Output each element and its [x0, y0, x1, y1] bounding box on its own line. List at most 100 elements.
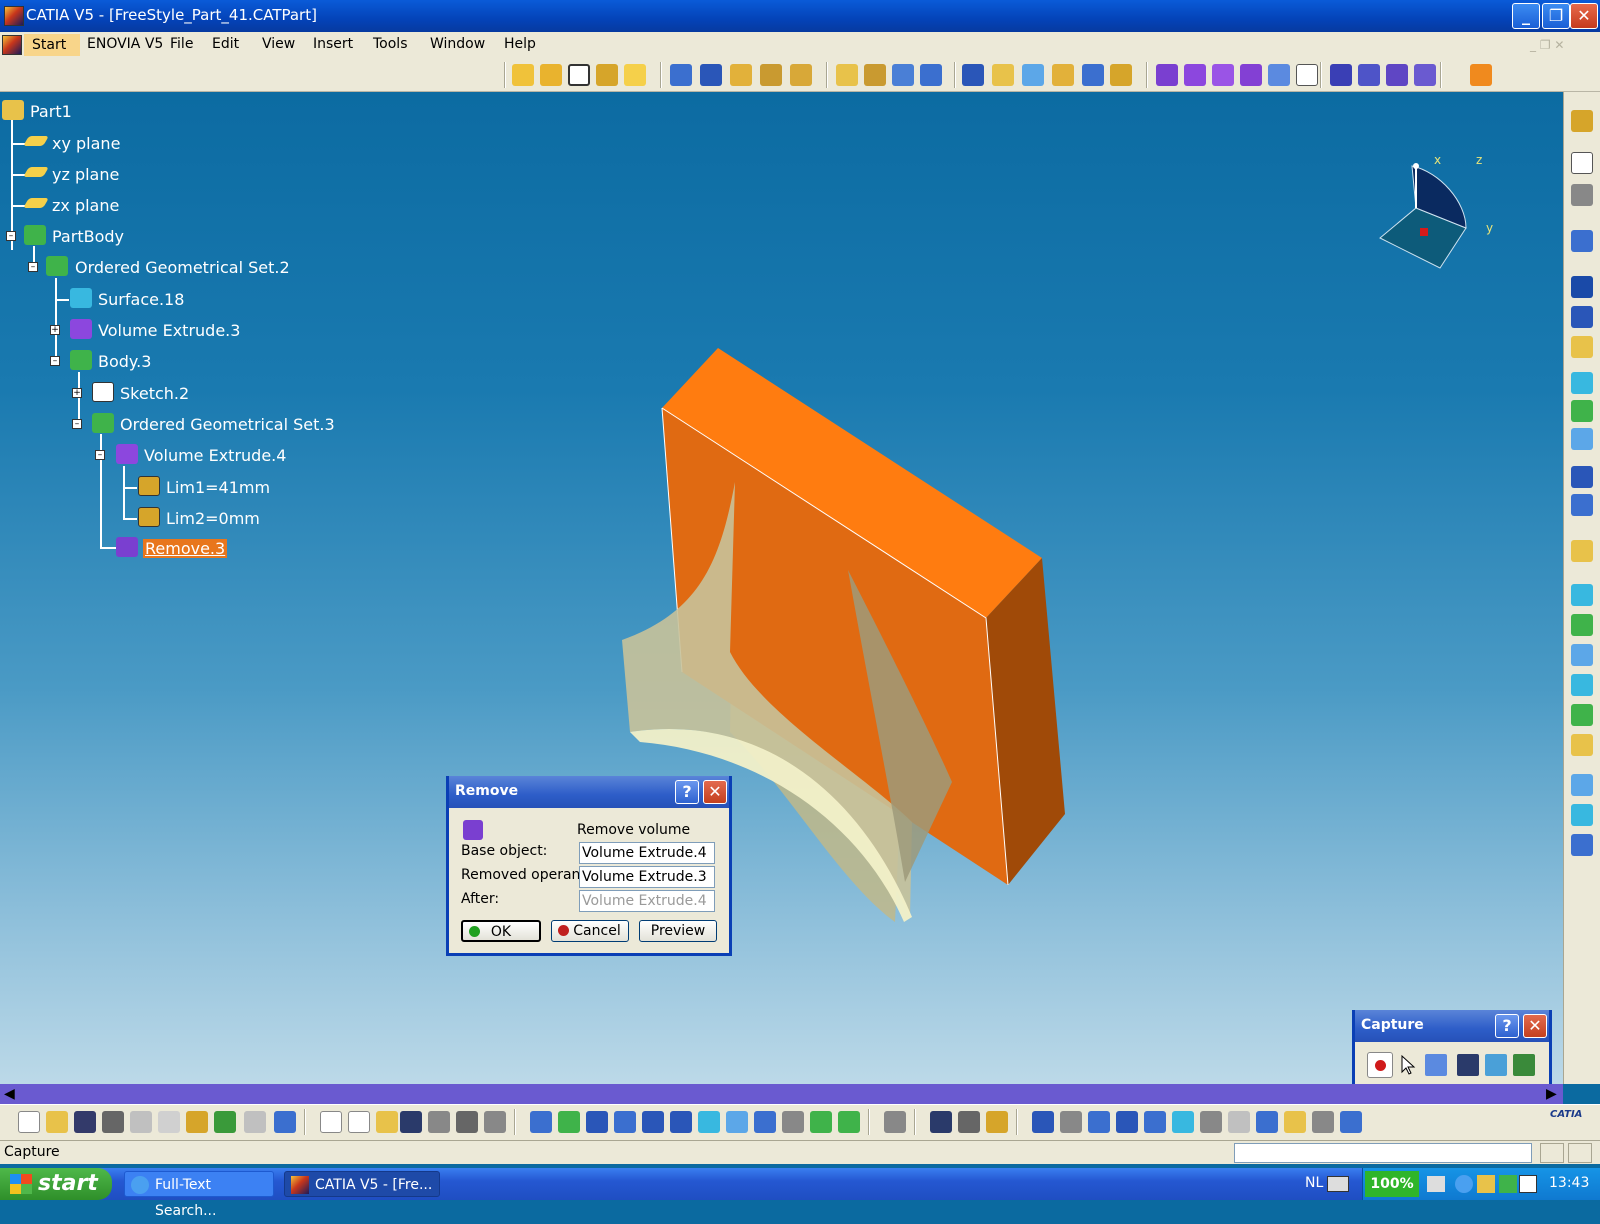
fill-surface-icon[interactable] [1571, 774, 1593, 796]
pan-icon[interactable] [586, 1111, 608, 1133]
extrapolate-icon[interactable] [790, 64, 812, 86]
plane-icon[interactable] [1571, 336, 1593, 358]
scroll-right-icon[interactable]: ▶ [1546, 1086, 1557, 1102]
preview-button[interactable]: Preview [639, 920, 717, 942]
close-button[interactable]: ✕ [1523, 1014, 1547, 1038]
network-icon[interactable] [1499, 1175, 1517, 1193]
menu-enovia[interactable]: ENOVIA V5 [87, 36, 163, 52]
fly-mode-icon[interactable] [530, 1111, 552, 1133]
update-icon[interactable] [484, 1111, 506, 1133]
help-button[interactable]: ? [1495, 1014, 1519, 1038]
capture-options-icon[interactable] [1425, 1054, 1447, 1076]
volume-icon[interactable] [1156, 64, 1178, 86]
zoom-indicator[interactable]: 100% [1365, 1171, 1419, 1197]
revolve-icon[interactable] [1571, 614, 1593, 636]
close-button[interactable]: ✕ [1570, 3, 1598, 29]
sketch-icon[interactable] [92, 382, 114, 402]
lock-icon[interactable] [456, 1111, 478, 1133]
3d-model[interactable] [0, 92, 1563, 1084]
start-button[interactable]: start [0, 1168, 112, 1200]
tree-item-xy-plane[interactable]: xy plane [52, 134, 120, 153]
union-trim-icon[interactable] [1414, 64, 1436, 86]
sphere-icon[interactable] [1571, 644, 1593, 666]
extrude-icon[interactable] [1571, 584, 1593, 606]
circle-icon[interactable] [1571, 466, 1593, 488]
menu-tools[interactable]: Tools [373, 36, 408, 52]
command-button-2[interactable] [1568, 1143, 1592, 1163]
grid-icon[interactable] [700, 64, 722, 86]
projection-icon[interactable] [1571, 372, 1593, 394]
new-icon[interactable] [18, 1111, 40, 1133]
highlight-geometry-icon[interactable] [1284, 1111, 1306, 1133]
light-icon[interactable] [376, 1111, 398, 1133]
limit-icon[interactable] [138, 507, 160, 527]
highlight-icon[interactable] [1110, 64, 1132, 86]
net-surface-icon[interactable] [920, 64, 942, 86]
spline-icon[interactable] [1571, 494, 1593, 516]
multi-section-icon[interactable] [1571, 804, 1593, 826]
tree-item-remove3[interactable]: Remove.3 [143, 539, 228, 558]
snap-grid-icon[interactable] [1571, 184, 1593, 206]
command-input[interactable] [1234, 1143, 1532, 1163]
volume-sweep-icon[interactable] [1240, 64, 1262, 86]
analysis-mode-icon[interactable] [1032, 1111, 1054, 1133]
snap-icon[interactable] [730, 64, 752, 86]
taskbar-item-search[interactable]: Full-Text Search... [124, 1171, 274, 1219]
close-button[interactable]: ✕ [703, 780, 727, 804]
3d-viewport[interactable]: z y x Part1 xy plane yz plane zx plane –… [0, 92, 1563, 1084]
point-icon[interactable] [1571, 276, 1593, 298]
work-on-support-icon[interactable] [1088, 1111, 1110, 1133]
formula-icon[interactable] [320, 1111, 342, 1133]
maximize-button[interactable]: ❐ [1542, 3, 1570, 29]
tree-icon[interactable] [428, 1111, 450, 1133]
body-icon[interactable] [70, 350, 92, 370]
power-icon[interactable] [1427, 1176, 1445, 1192]
menu-start[interactable]: Start [24, 34, 80, 56]
zoom-out-icon[interactable] [670, 1111, 692, 1133]
tree-item-surface18[interactable]: Surface.18 [98, 290, 184, 309]
tree-item-lim1[interactable]: Lim1=41mm [166, 478, 270, 497]
view-manip-icon[interactable] [1228, 1111, 1250, 1133]
blend-icon[interactable] [892, 64, 914, 86]
tree-item-zx-plane[interactable]: zx plane [52, 196, 119, 215]
help-button[interactable]: ? [675, 780, 699, 804]
undo-icon[interactable] [214, 1111, 236, 1133]
partbody-icon[interactable] [24, 225, 46, 245]
sketch-icon[interactable] [596, 64, 618, 86]
tree-item-sketch2[interactable]: Sketch.2 [120, 384, 189, 403]
tree-item-yz-plane[interactable]: yz plane [52, 165, 119, 184]
geometry-info-icon[interactable] [1256, 1111, 1278, 1133]
iso-view-icon[interactable] [754, 1111, 776, 1133]
horizontal-scrollbar[interactable]: ◀ ▶ [0, 1084, 1563, 1104]
fill-icon[interactable] [864, 64, 886, 86]
paste-icon[interactable] [186, 1111, 208, 1133]
zoom-in-icon[interactable] [642, 1111, 664, 1133]
mdi-controls[interactable]: _ ❐ ✕ [1530, 38, 1590, 52]
tree-item-part1[interactable]: Part1 [30, 102, 72, 121]
hide-show-icon[interactable] [810, 1111, 832, 1133]
eraser-icon[interactable] [1296, 64, 1318, 86]
offset-surface-icon[interactable] [1571, 704, 1593, 726]
draft-icon[interactable] [1052, 64, 1074, 86]
volume-extrude-icon[interactable] [116, 444, 138, 464]
menu-insert[interactable]: Insert [313, 36, 353, 52]
measure-between-icon[interactable] [930, 1111, 952, 1133]
catalog-icon[interactable] [1340, 1111, 1362, 1133]
remove-icon[interactable] [116, 537, 138, 557]
language-indicator[interactable]: NL [1305, 1175, 1323, 1191]
fit-all-icon[interactable] [558, 1111, 580, 1133]
base-object-field[interactable]: Volume Extrude.4 [579, 842, 715, 864]
blend-surface-icon[interactable] [1571, 834, 1593, 856]
rotate-icon[interactable] [614, 1111, 636, 1133]
menu-file[interactable]: File [170, 36, 193, 52]
command-button[interactable] [1540, 1143, 1564, 1163]
curve-icon[interactable] [540, 64, 562, 86]
expand-icon[interactable]: + [50, 325, 60, 335]
tree-item-ogs2[interactable]: Ordered Geometrical Set.2 [75, 258, 290, 277]
menu-edit[interactable]: Edit [212, 36, 239, 52]
keyboard-icon[interactable] [1327, 1176, 1349, 1192]
point-icon[interactable] [512, 64, 534, 86]
tree-item-volume-extrude3[interactable]: Volume Extrude.3 [98, 321, 240, 340]
conic-icon[interactable] [1571, 540, 1593, 562]
limit-icon[interactable] [138, 476, 160, 496]
